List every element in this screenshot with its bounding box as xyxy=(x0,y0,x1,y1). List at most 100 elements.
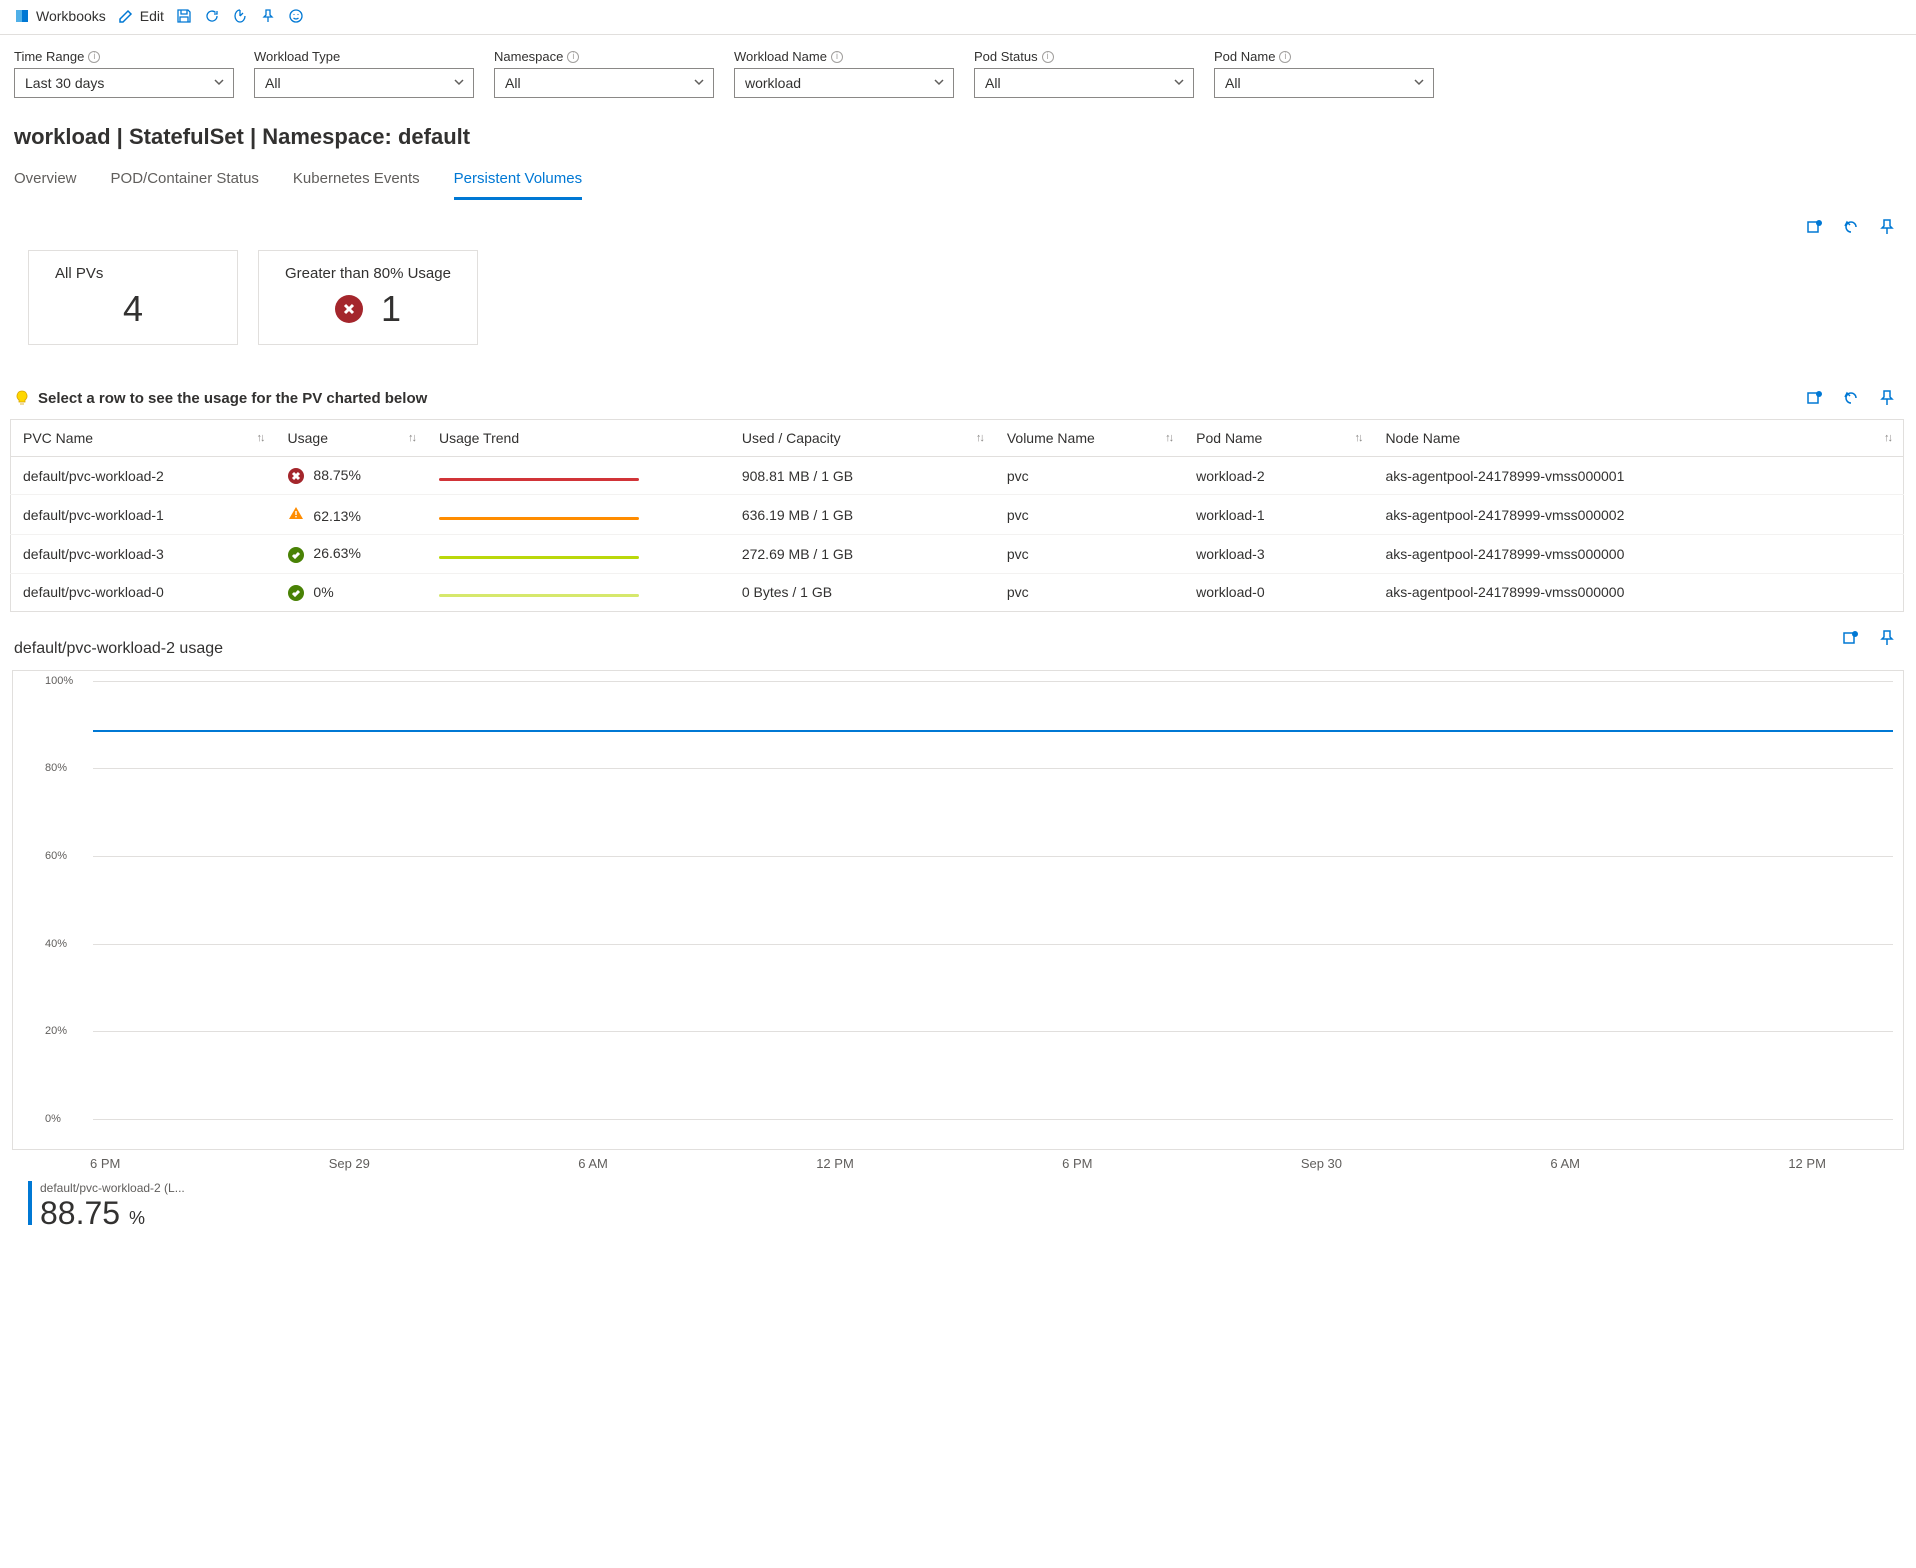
filter-bar: Time Rangei Last 30 days Workload Type A… xyxy=(0,35,1916,98)
tab-persistent-volumes[interactable]: Persistent Volumes xyxy=(454,170,582,200)
info-icon[interactable]: i xyxy=(88,51,100,63)
log-analytics-icon[interactable] xyxy=(1842,629,1860,647)
log-analytics-icon[interactable] xyxy=(1806,389,1824,407)
col-volume-name[interactable]: Volume Name↑↓ xyxy=(995,420,1184,457)
pin-icon[interactable] xyxy=(1878,629,1896,647)
cell-pvc-name: default/pvc-workload-1 xyxy=(11,495,276,535)
grid-line xyxy=(93,681,1893,682)
cell-used-capacity: 908.81 MB / 1 GB xyxy=(730,457,995,495)
pin-icon[interactable] xyxy=(1878,218,1896,236)
grid-line xyxy=(93,1119,1893,1120)
filter-label-pod-status: Pod Status xyxy=(974,49,1038,64)
tabs: Overview POD/Container Status Kubernetes… xyxy=(0,156,1916,200)
select-workload-type[interactable]: All xyxy=(254,68,474,98)
y-tick-label: 20% xyxy=(45,1025,67,1037)
info-icon[interactable]: i xyxy=(1042,51,1054,63)
cell-used-capacity: 272.69 MB / 1 GB xyxy=(730,535,995,573)
undo-icon[interactable] xyxy=(1842,218,1860,236)
y-tick-label: 40% xyxy=(45,938,67,950)
filter-label-workload-name: Workload Name xyxy=(734,49,827,64)
col-usage-trend[interactable]: Usage Trend xyxy=(427,420,730,457)
card-all-pvs[interactable]: All PVs 4 xyxy=(28,250,238,345)
chevron-down-icon xyxy=(693,75,705,91)
pin-icon[interactable] xyxy=(1878,389,1896,407)
filter-namespace: Namespacei All xyxy=(494,49,714,98)
chart-series-line xyxy=(93,730,1893,732)
cell-used-capacity: 636.19 MB / 1 GB xyxy=(730,495,995,535)
trend-sparkline xyxy=(439,478,639,481)
log-analytics-icon[interactable] xyxy=(1806,218,1824,236)
workbooks-icon xyxy=(14,8,30,24)
filter-pod-name: Pod Name i All xyxy=(1214,49,1434,98)
tab-overview[interactable]: Overview xyxy=(14,170,77,200)
card-gt-80-usage[interactable]: Greater than 80% Usage 1 xyxy=(258,250,478,345)
table-row[interactable]: default/pvc-workload-3 26.63%272.69 MB /… xyxy=(11,535,1904,573)
select-workload-name[interactable]: workload xyxy=(734,68,954,98)
chart-legend: default/pvc-workload-2 (L... 88.75 % xyxy=(0,1171,1916,1232)
info-icon[interactable]: i xyxy=(567,51,579,63)
cell-trend xyxy=(427,495,730,535)
cell-usage: 26.63% xyxy=(276,535,427,573)
col-pvc-name[interactable]: PVC Name↑↓ xyxy=(11,420,276,457)
legend-color-bar xyxy=(28,1181,32,1225)
feedback-button[interactable] xyxy=(288,8,304,24)
ok-icon xyxy=(288,547,304,563)
filter-label-pod-name: Pod Name xyxy=(1214,49,1275,64)
summary-cards: All PVs 4 Greater than 80% Usage 1 xyxy=(0,236,1916,359)
card-value: 1 xyxy=(381,288,401,330)
col-node-name[interactable]: Node Name↑↓ xyxy=(1373,420,1903,457)
tab-kubernetes-events[interactable]: Kubernetes Events xyxy=(293,170,420,200)
chart-x-labels: 6 PMSep 296 AM12 PM6 PMSep 306 AM12 PM xyxy=(0,1150,1916,1171)
cell-trend xyxy=(427,457,730,495)
select-pod-status[interactable]: All xyxy=(974,68,1194,98)
sort-icon: ↑↓ xyxy=(1884,432,1891,444)
section-actions-table xyxy=(1806,389,1896,407)
chart-plot: 100%80%60%40%20%0% xyxy=(93,681,1893,1119)
refresh-button[interactable] xyxy=(204,8,220,24)
save-icon xyxy=(176,8,192,24)
save-button[interactable] xyxy=(176,8,192,24)
table-row[interactable]: default/pvc-workload-1 62.13%636.19 MB /… xyxy=(11,495,1904,535)
smile-icon xyxy=(288,8,304,24)
x-tick-label: Sep 30 xyxy=(1301,1156,1342,1171)
workbooks-button[interactable]: Workbooks xyxy=(14,8,106,24)
grid-line xyxy=(93,1031,1893,1032)
edit-button[interactable]: Edit xyxy=(118,8,164,24)
col-used-capacity[interactable]: Used / Capacity↑↓ xyxy=(730,420,995,457)
info-icon[interactable]: i xyxy=(1279,51,1291,63)
cell-volume-name: pvc xyxy=(995,457,1184,495)
table-row[interactable]: default/pvc-workload-0 0%0 Bytes / 1 GBp… xyxy=(11,573,1904,611)
trend-sparkline xyxy=(439,594,639,597)
x-tick-label: 6 PM xyxy=(1062,1156,1092,1171)
cell-used-capacity: 0 Bytes / 1 GB xyxy=(730,573,995,611)
sort-icon: ↑↓ xyxy=(1354,432,1361,444)
y-tick-label: 80% xyxy=(45,762,67,774)
card-title: Greater than 80% Usage xyxy=(285,265,451,282)
col-usage[interactable]: Usage↑↓ xyxy=(276,420,427,457)
table-row[interactable]: default/pvc-workload-2 88.75%908.81 MB /… xyxy=(11,457,1904,495)
cell-trend xyxy=(427,535,730,573)
chevron-down-icon xyxy=(933,75,945,91)
col-pod-name[interactable]: Pod Name↑↓ xyxy=(1184,420,1373,457)
tab-pod-container-status[interactable]: POD/Container Status xyxy=(111,170,259,200)
chevron-down-icon xyxy=(1173,75,1185,91)
filter-pod-status: Pod Status i All xyxy=(974,49,1194,98)
chart-title: default/pvc-workload-2 usage xyxy=(0,612,237,664)
section-actions-cards xyxy=(0,200,1916,236)
select-pod-name[interactable]: All xyxy=(1214,68,1434,98)
select-time-range[interactable]: Last 30 days xyxy=(14,68,234,98)
share-button[interactable] xyxy=(232,8,248,24)
cell-node-name: aks-agentpool-24178999-vmss000001 xyxy=(1373,457,1903,495)
workbooks-label: Workbooks xyxy=(36,8,106,24)
pin-button[interactable] xyxy=(260,8,276,24)
filter-workload-type: Workload Type All xyxy=(254,49,474,98)
select-namespace[interactable]: All xyxy=(494,68,714,98)
y-tick-label: 100% xyxy=(45,675,73,687)
cell-pod-name: workload-2 xyxy=(1184,457,1373,495)
undo-icon[interactable] xyxy=(1842,389,1860,407)
refresh-icon xyxy=(204,8,220,24)
sort-icon: ↑↓ xyxy=(1165,432,1172,444)
info-icon[interactable]: i xyxy=(831,51,843,63)
table-header-row: PVC Name↑↓ Usage↑↓ Usage Trend Used / Ca… xyxy=(11,420,1904,457)
cell-usage: 88.75% xyxy=(276,457,427,495)
